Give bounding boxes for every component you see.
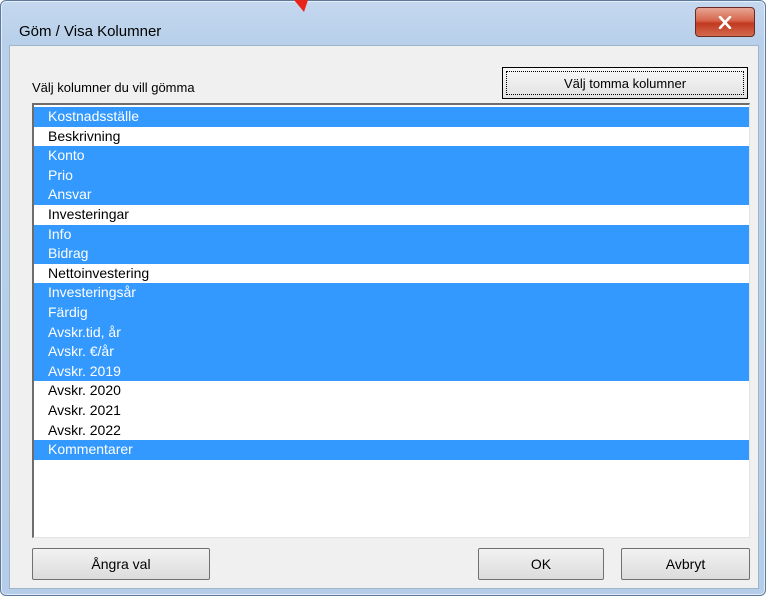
column-list-item[interactable]: Info [34,224,749,245]
close-button[interactable] [695,7,755,37]
focus-rectangle [506,71,744,95]
column-list-item[interactable]: Avskr. 2021 [34,401,749,421]
column-list-item[interactable]: Kostnadsställe [34,107,749,127]
close-icon [718,15,732,29]
column-list-item[interactable]: Avskr.tid, år [34,322,749,343]
dialog-body: Välj kolumner du vill gömma Välj tomma k… [9,45,759,589]
list-label: Välj kolumner du vill gömma [32,80,195,95]
column-list-item[interactable]: Kommentarer [34,440,749,460]
ok-label: OK [530,556,552,572]
column-list-item[interactable]: Investeringsår [34,283,749,303]
column-list-item[interactable]: Nettoinvestering [34,264,749,284]
column-list-item[interactable]: Beskrivning [34,127,749,147]
ok-button[interactable]: OK [478,548,604,580]
column-list-item[interactable]: Konto [34,146,749,166]
cancel-button[interactable]: Avbryt [621,548,750,580]
column-list-item[interactable]: Avskr. 2019 [34,361,749,382]
window-title: Göm / Visa Kolumner [19,23,162,40]
cursor-pointer-icon [294,0,308,12]
column-list-item[interactable]: Investeringar [34,205,749,225]
undo-selection-label: Ångra val [91,556,151,572]
dialog-window: Göm / Visa Kolumner Välj kolumner du vil… [0,0,766,596]
title-bar[interactable]: Göm / Visa Kolumner [1,1,765,40]
column-list-item[interactable]: Avskr. 2020 [34,381,749,401]
column-list-item[interactable]: Prio [34,165,749,186]
column-list-item[interactable]: Avskr. 2022 [34,421,749,441]
select-empty-columns-button[interactable]: Välj tomma kolumner [502,67,748,99]
cancel-label: Avbryt [665,556,706,572]
column-listbox[interactable]: Kostnadsställe Beskrivning Konto Prio Ansvar… [32,103,750,538]
column-list-item[interactable]: Bidrag [34,244,749,264]
column-list-item[interactable]: Ansvar [34,185,749,205]
undo-selection-button[interactable]: Ångra val [32,548,210,580]
column-list-item[interactable]: Färdig [34,302,749,323]
column-list-item[interactable]: Avskr. €/år [34,342,749,362]
